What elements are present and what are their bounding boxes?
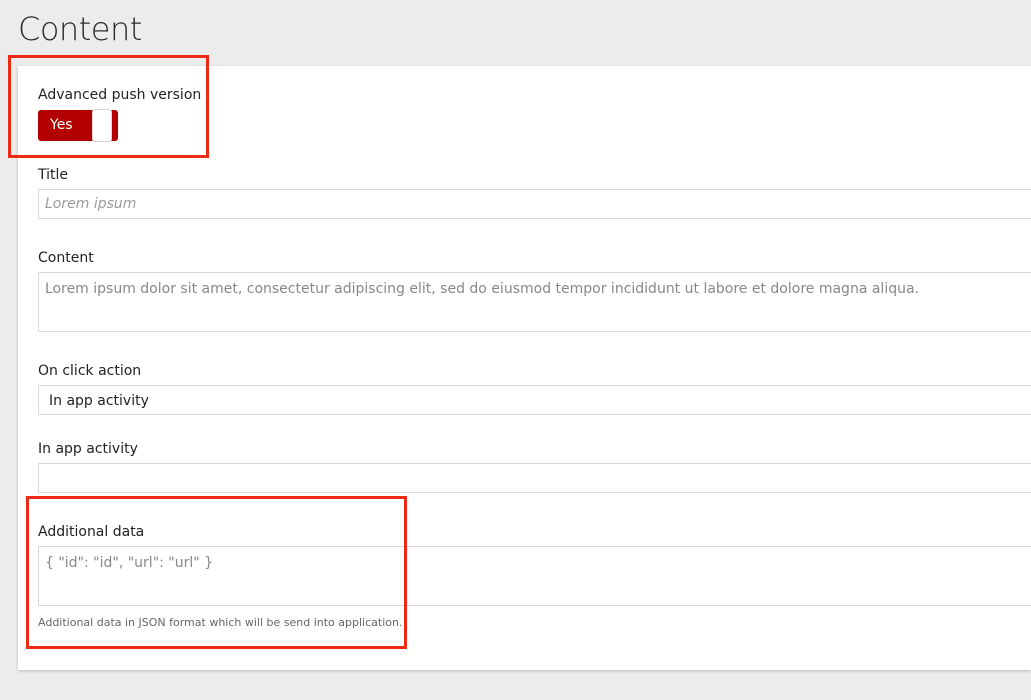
toggle-state-label: Yes (50, 117, 73, 133)
title-label: Title (38, 167, 69, 183)
additional-data-textarea[interactable]: { "id": "id", "url": "url" } (38, 546, 1031, 606)
in-app-activity-label: In app activity (38, 441, 138, 457)
on-click-action-selected: In app activity (49, 393, 149, 409)
title-input[interactable] (38, 189, 1031, 219)
on-click-action-select[interactable]: In app activity (38, 385, 1031, 415)
advanced-push-label: Advanced push version (38, 87, 202, 103)
content-textarea[interactable]: Lorem ipsum dolor sit amet, consectetur … (38, 272, 1031, 332)
page-title: Content (18, 10, 142, 48)
in-app-activity-input[interactable] (38, 463, 1031, 493)
advanced-push-toggle[interactable]: Yes (38, 109, 118, 142)
page: Content Advanced push version Yes Title … (0, 0, 1031, 700)
toggle-knob[interactable] (92, 109, 112, 142)
on-click-action-label: On click action (38, 363, 142, 379)
additional-data-help: Additional data in JSON format which wil… (38, 616, 403, 629)
additional-data-label: Additional data (38, 524, 145, 540)
content-form-panel: Advanced push version Yes Title Content … (18, 66, 1031, 670)
content-label: Content (38, 250, 94, 266)
